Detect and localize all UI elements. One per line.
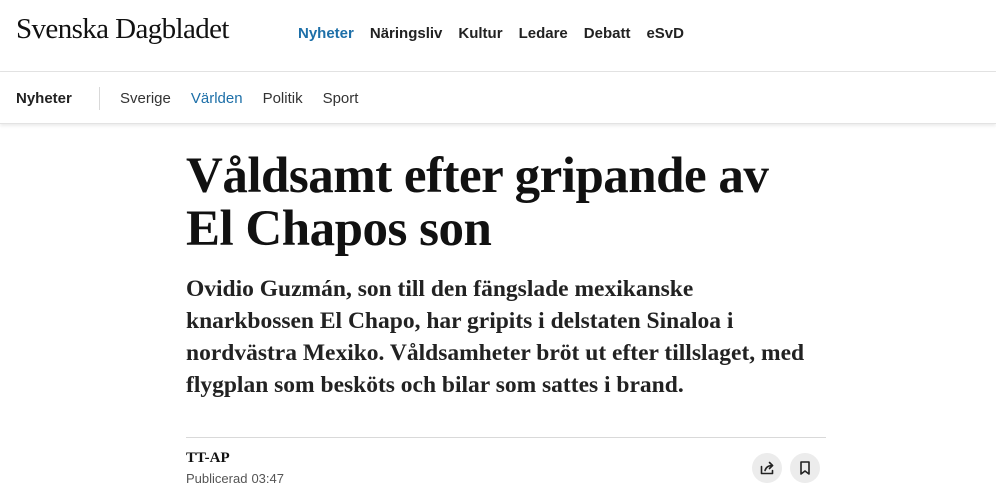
bookmark-button[interactable] <box>790 453 820 483</box>
main-nav-item-debatt[interactable]: Debatt <box>584 25 631 42</box>
article-headline: Våldsamt efter gripande av El Chapos son <box>186 148 769 257</box>
main-nav-item-ledare[interactable]: Ledare <box>519 25 568 42</box>
bookmark-icon <box>800 461 810 475</box>
article: Våldsamt efter gripande av El Chapos son… <box>186 150 826 401</box>
main-nav: Nyheter Näringsliv Kultur Ledare Debatt … <box>298 25 700 42</box>
main-nav-item-kultur[interactable]: Kultur <box>458 25 502 42</box>
published-label: Publicerad <box>186 471 248 486</box>
subnav-divider <box>99 87 100 110</box>
main-nav-item-esvd[interactable]: eSvD <box>646 25 684 42</box>
main-nav-item-nyheter[interactable]: Nyheter <box>298 25 354 42</box>
main-nav-item-naringsliv[interactable]: Näringsliv <box>370 25 443 42</box>
top-header: Svenska Dagbladet Nyheter Näringsliv Kul… <box>0 0 996 72</box>
site-logo[interactable]: Svenska Dagbladet <box>16 13 229 46</box>
subnav-item-varlden[interactable]: Världen <box>191 90 243 107</box>
article-actions <box>752 453 820 483</box>
article-published: Publicerad 03:47 <box>186 471 284 486</box>
share-icon <box>760 461 774 475</box>
article-lead: Ovidio Guzmán, son till den fängslade me… <box>186 276 805 398</box>
share-button[interactable] <box>752 453 782 483</box>
article-byline: TT-AP Publicerad 03:47 <box>186 437 826 502</box>
section-subnav-bar: Nyheter Sverige Världen Politik Sport <box>0 72 996 124</box>
subnav-item-sverige[interactable]: Sverige <box>120 90 171 107</box>
subnav: Sverige Världen Politik Sport <box>120 90 378 107</box>
published-time: 03:47 <box>251 471 284 486</box>
subnav-item-politik[interactable]: Politik <box>263 90 303 107</box>
subnav-section-title[interactable]: Nyheter <box>16 90 72 107</box>
subnav-item-sport[interactable]: Sport <box>323 90 359 107</box>
article-author[interactable]: TT-AP <box>186 450 230 467</box>
